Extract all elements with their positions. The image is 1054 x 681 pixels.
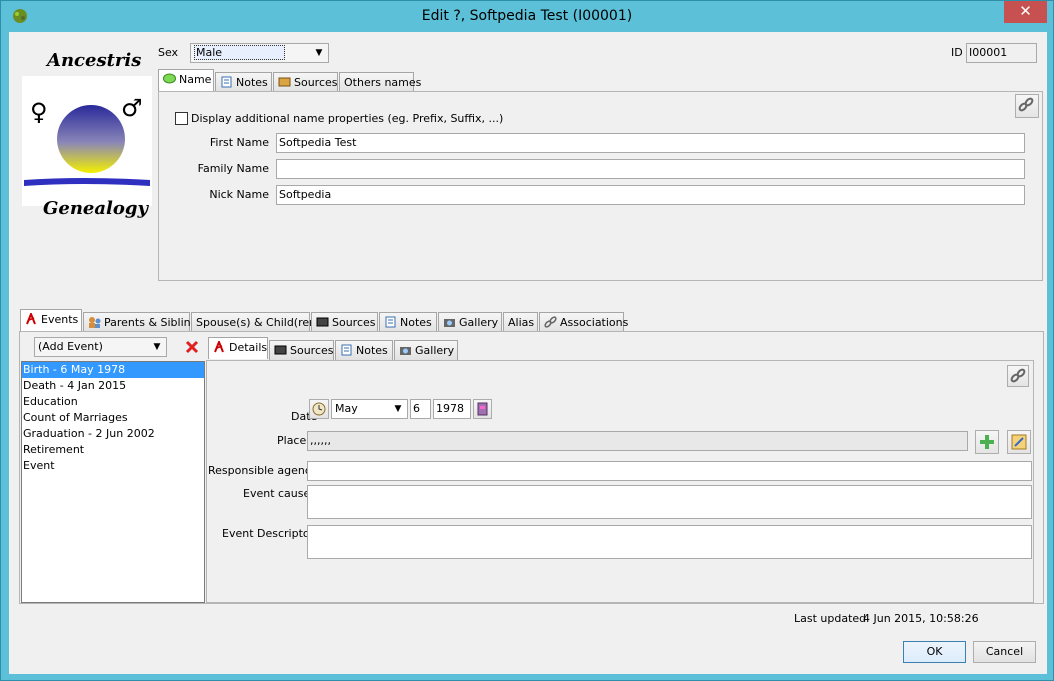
last-updated-value: 4 Jun 2015, 10:58:26 — [863, 612, 979, 625]
add-place-icon — [980, 435, 994, 449]
id-field[interactable]: I00001 — [966, 43, 1037, 63]
family-name-label: Family Name — [197, 162, 269, 175]
ancestris-logo: Ancestris ♀ ♂ Genealogy — [21, 40, 153, 220]
event-icon — [25, 311, 38, 325]
note-icon — [384, 316, 397, 328]
id-label: ID — [951, 46, 963, 59]
book-icon — [274, 344, 287, 356]
agency-field[interactable] — [307, 461, 1032, 481]
tab-notes[interactable]: Notes — [215, 72, 272, 92]
dialog-body: Ancestris ♀ ♂ Genealogy Sex Male ▼ ID I0… — [9, 32, 1047, 674]
event-item-graduation[interactable]: Graduation - 2 Jun 2002 — [22, 426, 204, 442]
camera-icon — [443, 316, 456, 328]
events-panel: (Add Event) ▼ Birth - 6 May 1978 Death -… — [19, 331, 1044, 604]
chevron-down-icon: ▼ — [153, 342, 161, 352]
svg-text:♂: ♂ — [121, 94, 143, 122]
nick-name-label: Nick Name — [209, 188, 269, 201]
date-calendar-button[interactable] — [309, 399, 329, 419]
events-list[interactable]: Birth - 6 May 1978 Death - 4 Jan 2015 Ed… — [21, 361, 205, 603]
tab-parents-sibling[interactable]: Parents & Sibling — [83, 312, 198, 332]
edit-place-icon — [1011, 434, 1027, 450]
family-icon — [88, 316, 101, 328]
delete-event-button[interactable] — [184, 339, 200, 355]
details-link-button[interactable] — [1007, 365, 1029, 387]
cause-field[interactable] — [307, 485, 1032, 519]
date-month-select[interactable]: May ▼ — [331, 399, 408, 419]
note-icon — [220, 76, 233, 88]
book-icon — [316, 316, 329, 328]
place-field[interactable]: ,,,,,, — [307, 431, 968, 451]
chevron-down-icon: ▼ — [315, 48, 323, 58]
calendar-type-button[interactable] — [473, 399, 492, 419]
event-icon — [213, 339, 226, 353]
place-label: Place — [277, 434, 307, 447]
cancel-button[interactable]: Cancel — [973, 641, 1036, 663]
first-name-field[interactable]: Softpedia Test — [276, 133, 1025, 153]
title-bar[interactable]: Edit ?, Softpedia Test (I00001) ✕ — [1, 1, 1053, 32]
speech-bubble-icon — [163, 73, 176, 85]
descriptor-label: Event Descriptor — [222, 527, 315, 540]
tab-associations[interactable]: Associations — [539, 312, 628, 332]
date-year-field[interactable]: 1978 — [433, 399, 471, 419]
details-panel: Date May ▼ 6 1978 Place ,,,,,, Responsib… — [206, 360, 1034, 603]
name-link-button[interactable] — [1015, 94, 1039, 118]
event-item-count-of-marriages[interactable]: Count of Marriages — [22, 410, 204, 426]
descriptor-field[interactable] — [307, 525, 1032, 559]
display-props-checkbox[interactable] — [175, 112, 188, 125]
tab-spouses-children[interactable]: Spouse(s) & Child(ren) — [191, 312, 320, 332]
tab-alias[interactable]: Alias — [503, 312, 538, 332]
ok-button[interactable]: OK — [903, 641, 966, 663]
tab-name[interactable]: Name — [158, 69, 214, 91]
edit-individual-window: Edit ?, Softpedia Test (I00001) ✕ Ancest… — [0, 0, 1054, 681]
link-icon — [544, 316, 557, 328]
tab-details-sources[interactable]: Sources — [269, 340, 334, 360]
tab-details-gallery[interactable]: Gallery — [394, 340, 458, 360]
window-title: Edit ?, Softpedia Test (I00001) — [421, 8, 633, 24]
logo-bottom-text: Genealogy — [43, 198, 148, 219]
logo-top-text: Ancestris — [47, 50, 142, 71]
date-day-field[interactable]: 6 — [410, 399, 431, 419]
logo-image: ♀ ♂ — [22, 76, 152, 206]
name-panel: Display additional name properties (eg. … — [158, 91, 1043, 281]
sex-select[interactable]: Male ▼ — [190, 43, 329, 63]
link-icon — [1018, 97, 1034, 112]
link-icon — [1010, 368, 1026, 383]
chevron-down-icon: ▼ — [394, 404, 402, 414]
add-event-value: (Add Event) — [38, 340, 103, 353]
tab-details-notes[interactable]: Notes — [335, 340, 393, 360]
agency-label: Responsible agency — [208, 464, 318, 477]
place-add-button[interactable] — [975, 430, 999, 454]
camera-icon — [399, 344, 412, 356]
family-name-field[interactable] — [276, 159, 1025, 179]
last-updated-label: Last updated — [794, 612, 867, 625]
place-edit-button[interactable] — [1007, 430, 1031, 454]
nick-name-field[interactable]: Softpedia — [276, 185, 1025, 205]
tab-notes-main[interactable]: Notes — [379, 312, 437, 332]
event-item-death[interactable]: Death - 4 Jan 2015 — [22, 378, 204, 394]
calendar-icon — [477, 402, 488, 416]
delete-icon — [185, 340, 199, 354]
display-props-label: Display additional name properties (eg. … — [191, 112, 504, 125]
event-item-education[interactable]: Education — [22, 394, 204, 410]
book-icon — [278, 76, 291, 88]
first-name-label: First Name — [209, 136, 269, 149]
tab-details[interactable]: Details — [208, 337, 268, 359]
close-button[interactable]: ✕ — [1004, 1, 1047, 23]
tab-sources-main[interactable]: Sources — [311, 312, 378, 332]
tab-sources[interactable]: Sources — [273, 72, 338, 92]
event-item-retirement[interactable]: Retirement — [22, 442, 204, 458]
sex-value: Male — [194, 45, 286, 60]
cause-label: Event cause — [243, 487, 311, 500]
svg-text:♀: ♀ — [30, 98, 48, 126]
tab-gallery-main[interactable]: Gallery — [438, 312, 502, 332]
add-event-select[interactable]: (Add Event) ▼ — [34, 337, 167, 357]
date-month-value: May — [335, 402, 358, 415]
event-item-birth[interactable]: Birth - 6 May 1978 — [22, 362, 204, 378]
tab-others-names[interactable]: Others names — [339, 72, 421, 92]
clock-icon — [312, 402, 326, 416]
tab-events[interactable]: Events — [20, 309, 82, 331]
event-item-event[interactable]: Event — [22, 458, 204, 474]
note-icon — [340, 344, 353, 356]
sex-label: Sex — [158, 46, 179, 59]
